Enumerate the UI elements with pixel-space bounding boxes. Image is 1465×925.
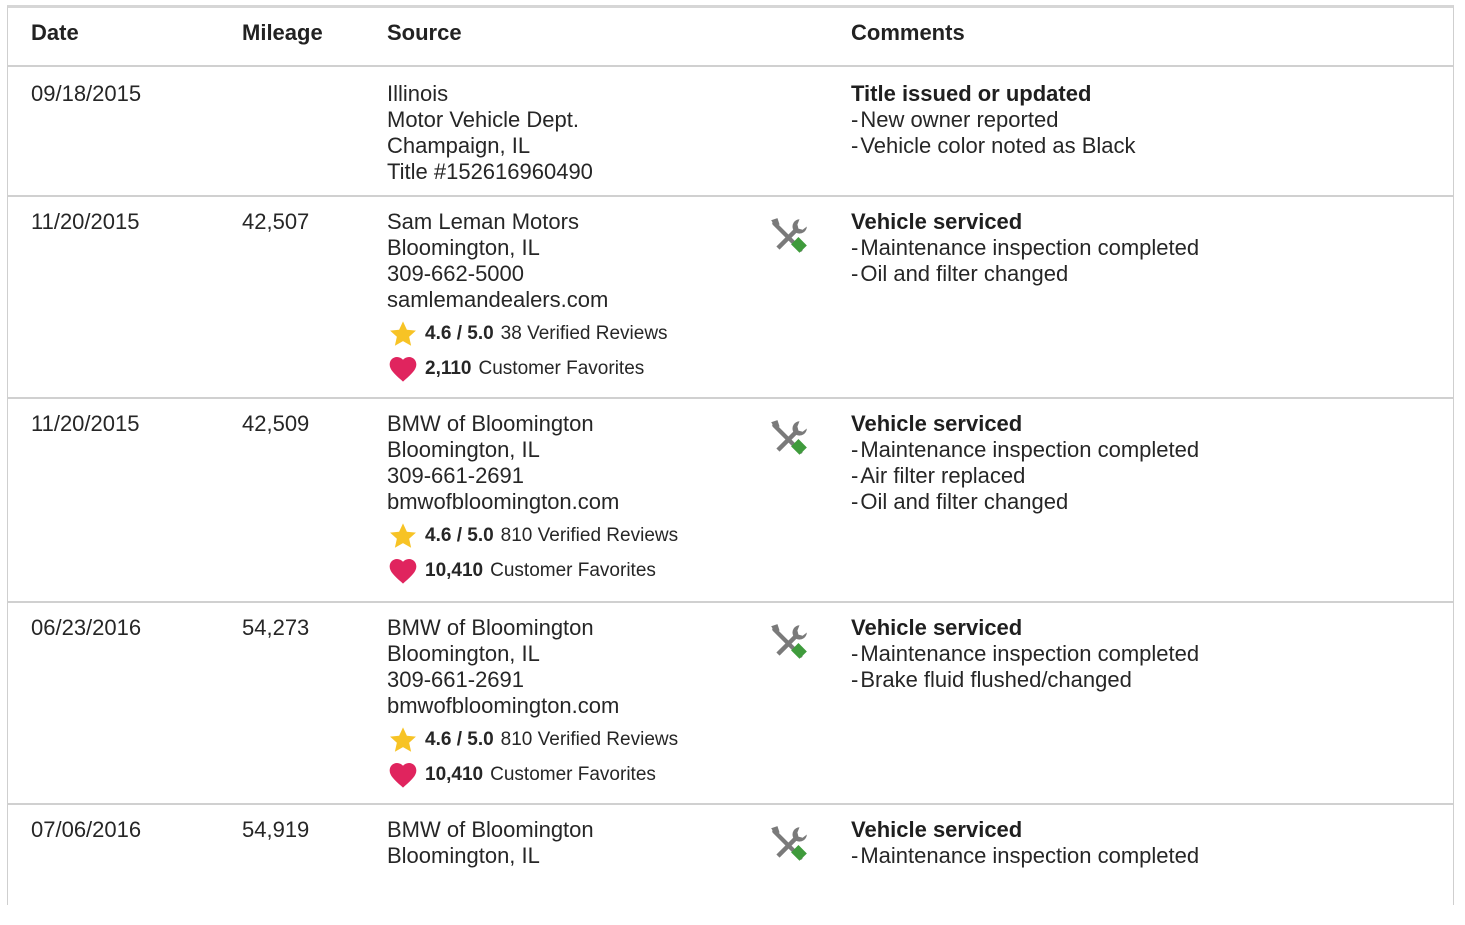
comment-item: Maintenance inspection completed (851, 641, 1199, 667)
row-date: 09/18/2015 (31, 81, 142, 106)
reviews-count: 38 Verified Reviews (500, 322, 668, 344)
star-icon (390, 320, 416, 346)
table-row: 11/20/2015 42,507 Sam Leman Motors Bloom… (8, 197, 1453, 399)
heart-icon (389, 558, 417, 584)
row-mileage: 42,507 (242, 209, 310, 234)
source-location: Champaign, IL (387, 133, 531, 158)
comment-item: Oil and filter changed (851, 261, 1199, 287)
table-row: 06/23/2016 54,273 BMW of Bloomington Blo… (8, 603, 1453, 805)
favorites-count: 10,410 (425, 763, 484, 785)
comment-title: Vehicle serviced (851, 817, 1023, 842)
rating-value: 4.6 / 5.0 (425, 728, 494, 750)
row-source: BMW of Bloomington Bloomington, IL 309-6… (387, 615, 678, 792)
dealer-location: Bloomington, IL (387, 437, 540, 462)
row-source: BMW of Bloomington Bloomington, IL 309-6… (387, 411, 678, 588)
dealer-name-link[interactable]: Sam Leman Motors (387, 209, 668, 235)
comment-title: Title issued or updated (851, 81, 1092, 106)
comment-title: Vehicle serviced (851, 615, 1023, 640)
header-date: Date (31, 20, 79, 45)
star-icon (390, 726, 416, 752)
comment-title: Vehicle serviced (851, 411, 1023, 436)
row-mileage: 54,919 (242, 817, 310, 842)
row-comments: Vehicle serviced Maintenance inspection … (851, 411, 1199, 515)
dealer-phone[interactable]: 309-662-5000 (387, 261, 668, 287)
dealer-favorites[interactable]: 10,410 Customer Favorites (387, 757, 678, 792)
row-date: 07/06/2016 (31, 817, 142, 842)
favorites-label: Customer Favorites (490, 763, 656, 785)
row-date: 11/20/2015 (31, 209, 140, 234)
dealer-phone[interactable]: 309-661-2691 (387, 463, 678, 489)
header-mileage: Mileage (242, 20, 323, 45)
header-comments: Comments (851, 20, 965, 45)
dealer-location: Bloomington, IL (387, 843, 540, 868)
row-date: 06/23/2016 (31, 615, 142, 640)
comment-item: Maintenance inspection completed (851, 437, 1199, 463)
dealer-rating[interactable]: 4.6 / 5.0 810 Verified Reviews (387, 722, 678, 757)
row-comments: Title issued or updated New owner report… (851, 81, 1136, 159)
dealer-name-link[interactable]: BMW of Bloomington (387, 817, 594, 843)
vehicle-history-table: Date Mileage Source Comments 09/18/2015 … (7, 5, 1454, 905)
source-name: Illinois (387, 81, 449, 106)
wrench-screwdriver-icon (771, 826, 807, 861)
reviews-count: 810 Verified Reviews (500, 728, 679, 750)
comment-item: New owner reported (851, 107, 1136, 133)
dealer-rating[interactable]: 4.6 / 5.0 810 Verified Reviews (387, 518, 678, 553)
header-source: Source (387, 20, 462, 45)
dealer-name-link[interactable]: BMW of Bloomington (387, 411, 678, 437)
comment-item: Air filter replaced (851, 463, 1199, 489)
dealer-website-link[interactable]: bmwofbloomington.com (387, 693, 678, 719)
reviews-count: 810 Verified Reviews (500, 524, 679, 546)
source-title-number: Title #152616960490 (387, 159, 593, 184)
wrench-screwdriver-icon (771, 420, 807, 455)
favorites-count: 2,110 (425, 357, 472, 379)
table-row: 11/20/2015 42,509 BMW of Bloomington Blo… (8, 399, 1453, 603)
star-icon (390, 522, 416, 548)
heart-icon (389, 762, 417, 788)
dealer-favorites[interactable]: 2,110 Customer Favorites (387, 351, 668, 386)
dealer-name-link[interactable]: BMW of Bloomington (387, 615, 678, 641)
dealer-rating[interactable]: 4.6 / 5.0 38 Verified Reviews (387, 316, 668, 351)
row-date: 11/20/2015 (31, 411, 140, 436)
row-comments: Vehicle serviced Maintenance inspection … (851, 615, 1199, 693)
row-mileage: 54,273 (242, 615, 310, 640)
dealer-website-link[interactable]: samlemandealers.com (387, 287, 668, 313)
favorites-label: Customer Favorites (490, 559, 656, 581)
rating-value: 4.6 / 5.0 (425, 322, 494, 344)
row-mileage: 42,509 (242, 411, 310, 436)
table-row: 07/06/2016 54,919 BMW of Bloomington Blo… (8, 805, 1453, 925)
dealer-phone[interactable]: 309-661-2691 (387, 667, 678, 693)
comment-item: Oil and filter changed (851, 489, 1199, 515)
row-comments: Vehicle serviced Maintenance inspection … (851, 209, 1199, 287)
dealer-website-link[interactable]: bmwofbloomington.com (387, 489, 678, 515)
dealer-favorites[interactable]: 10,410 Customer Favorites (387, 553, 678, 588)
dealer-location: Bloomington, IL (387, 641, 540, 666)
comment-item: Vehicle color noted as Black (851, 133, 1135, 159)
comment-item: Maintenance inspection completed (851, 235, 1199, 261)
wrench-screwdriver-icon (771, 218, 807, 253)
dealer-location: Bloomington, IL (387, 235, 540, 260)
row-source: Illinois Motor Vehicle Dept. Champaign, … (387, 81, 593, 185)
comment-item: Maintenance inspection completed (851, 843, 1199, 869)
row-comments: Vehicle serviced Maintenance inspection … (851, 817, 1199, 869)
favorites-count: 10,410 (425, 559, 484, 581)
favorites-label: Customer Favorites (478, 357, 645, 379)
source-line: Motor Vehicle Dept. (387, 107, 579, 132)
row-source: BMW of Bloomington Bloomington, IL (387, 817, 594, 869)
comment-item: Brake fluid flushed/changed (851, 667, 1199, 693)
wrench-screwdriver-icon (771, 624, 807, 659)
rating-value: 4.6 / 5.0 (425, 524, 494, 546)
heart-icon (389, 356, 417, 382)
table-row: 09/18/2015 Illinois Motor Vehicle Dept. … (8, 69, 1453, 197)
table-header: Date Mileage Source Comments (8, 8, 1453, 67)
comment-title: Vehicle serviced (851, 209, 1023, 234)
row-source: Sam Leman Motors Bloomington, IL 309-662… (387, 209, 668, 386)
